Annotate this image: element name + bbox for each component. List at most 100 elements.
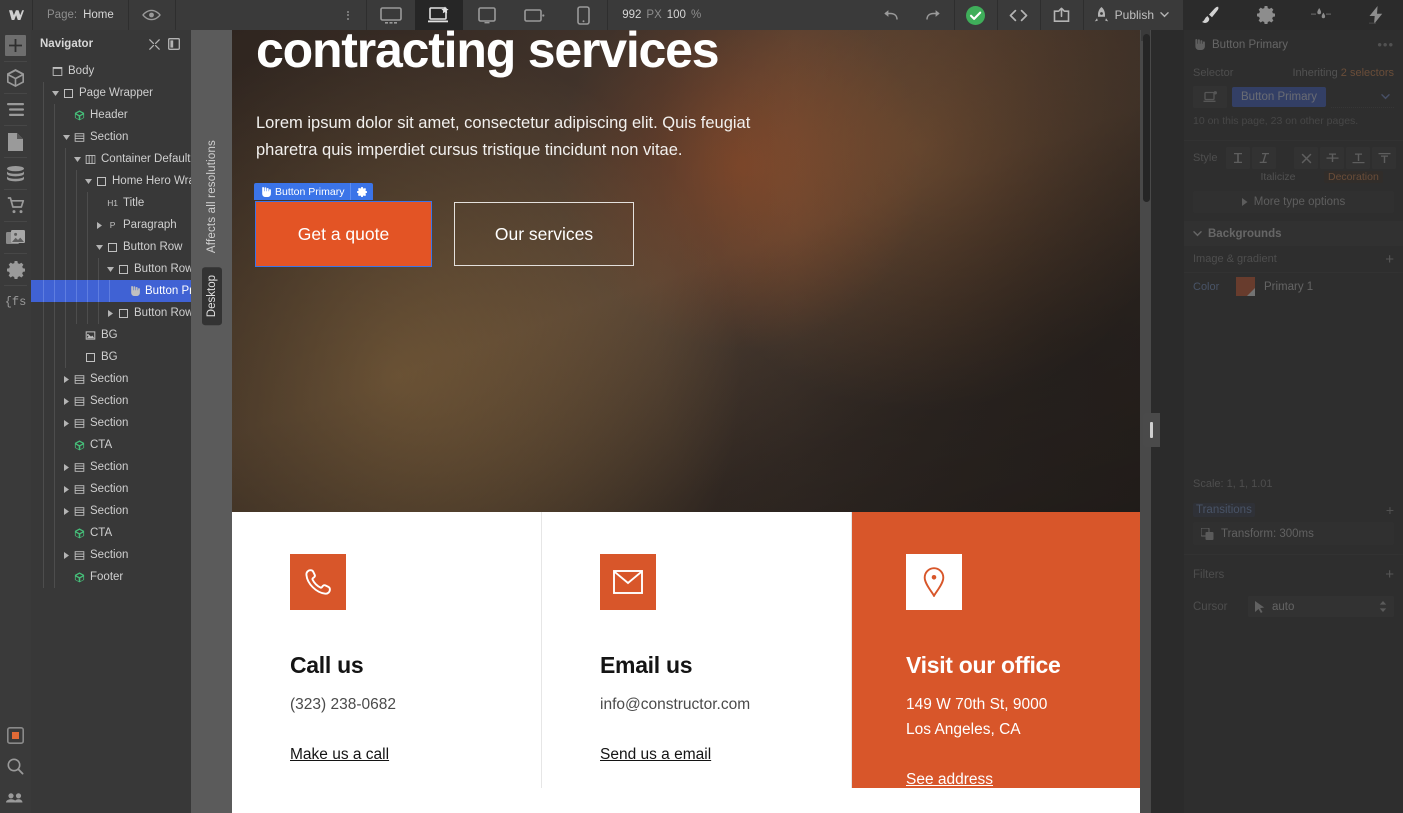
chevron-right-icon[interactable] xyxy=(61,463,72,471)
ellipsis-icon[interactable]: ••• xyxy=(1377,37,1394,52)
contact-card-link[interactable]: See address xyxy=(906,771,993,789)
navigator-item[interactable]: Home Hero Wrapper xyxy=(31,170,191,192)
page-indicator[interactable]: Page: Home xyxy=(33,0,128,30)
breakpoint-tablet[interactable] xyxy=(463,0,511,30)
chevron-down-icon[interactable] xyxy=(105,266,116,272)
webflow-logo-button[interactable] xyxy=(0,0,32,30)
text-italic-button[interactable] xyxy=(1252,147,1277,169)
assets-button[interactable] xyxy=(0,222,31,253)
navigator-item[interactable]: Page Wrapper xyxy=(31,82,191,104)
chevron-down-icon[interactable] xyxy=(94,244,105,250)
ecommerce-button[interactable] xyxy=(0,190,31,221)
canvas-scrollbar-thumb[interactable] xyxy=(1143,34,1150,202)
navigator-item[interactable]: CTA xyxy=(31,522,191,544)
navigator-item[interactable]: Section xyxy=(31,390,191,412)
add-elements-button[interactable] xyxy=(0,30,31,61)
navigator-item[interactable]: Section xyxy=(31,478,191,500)
decoration-none-button[interactable] xyxy=(1294,147,1319,169)
navigator-item[interactable]: H1 Title xyxy=(31,192,191,214)
navigator-item-selected[interactable]: Button Primary xyxy=(31,280,191,302)
variables-button[interactable]: {fs xyxy=(0,286,31,317)
chevron-down-icon[interactable] xyxy=(61,134,72,140)
backgrounds-section-header[interactable]: Backgrounds xyxy=(1184,221,1403,246)
navigator-item[interactable]: Section xyxy=(31,412,191,434)
cursor-select[interactable]: auto xyxy=(1248,596,1394,617)
background-color-swatch[interactable] xyxy=(1236,277,1255,296)
text-upright-button[interactable] xyxy=(1226,147,1251,169)
video-tutorials-button[interactable] xyxy=(0,720,31,751)
preview-toggle-button[interactable] xyxy=(129,0,175,30)
navigator-item[interactable]: BG xyxy=(31,324,191,346)
our-services-button[interactable]: Our services xyxy=(454,202,634,267)
chevron-right-icon[interactable] xyxy=(94,221,105,229)
selector-dropdown[interactable] xyxy=(1331,86,1394,108)
breakpoint-chip[interactable]: Desktop xyxy=(201,267,222,326)
search-button[interactable] xyxy=(0,751,31,782)
navigator-item[interactable]: Button Row Last xyxy=(31,302,191,324)
navigator-button[interactable] xyxy=(0,94,31,125)
filters-add-icon[interactable]: + xyxy=(1385,566,1394,583)
image-gradient-add-icon[interactable]: + xyxy=(1385,251,1394,268)
navigator-tree[interactable]: Body Page Wrapper Header Section Container D… xyxy=(31,58,191,588)
navigator-item[interactable]: Footer xyxy=(31,566,191,588)
pages-button[interactable] xyxy=(0,126,31,157)
chevron-right-icon[interactable] xyxy=(61,485,72,493)
chevron-right-icon[interactable] xyxy=(61,507,72,515)
more-type-options-button[interactable]: More type options xyxy=(1193,191,1394,213)
get-a-quote-button[interactable]: Get a quote xyxy=(255,201,432,268)
cms-button[interactable] xyxy=(0,158,31,189)
chevron-right-icon[interactable] xyxy=(61,419,72,427)
chevron-right-icon[interactable] xyxy=(61,397,72,405)
breakpoint-desktop-large[interactable] xyxy=(367,0,415,30)
collaborators-button[interactable] xyxy=(0,782,31,813)
components-button[interactable] xyxy=(0,62,31,93)
navigator-item[interactable]: Section xyxy=(31,368,191,390)
publish-button[interactable]: Publish xyxy=(1084,0,1183,30)
navigator-item[interactable]: Header xyxy=(31,104,191,126)
more-options-button[interactable] xyxy=(330,0,366,30)
background-color-name[interactable]: Primary 1 xyxy=(1264,281,1313,293)
navigator-item[interactable]: Section xyxy=(31,544,191,566)
code-export-button[interactable] xyxy=(998,0,1040,30)
chevron-right-icon[interactable] xyxy=(61,551,72,559)
contact-card-link[interactable]: Make us a call xyxy=(290,746,389,764)
navigator-item[interactable]: BG xyxy=(31,346,191,368)
selector-tag[interactable]: Button Primary xyxy=(1232,87,1327,107)
collapse-all-icon[interactable] xyxy=(144,38,164,50)
navigator-item[interactable]: P Paragraph xyxy=(31,214,191,236)
navigator-item[interactable]: Section xyxy=(31,500,191,522)
chevron-down-icon[interactable] xyxy=(50,90,61,96)
inheriting-value[interactable]: 2 selectors xyxy=(1341,67,1394,79)
selection-badge[interactable]: Button Primary xyxy=(254,183,374,201)
chevron-right-icon[interactable] xyxy=(61,375,72,383)
state-laptop-icon[interactable] xyxy=(1193,86,1227,108)
selection-badge-gear-icon[interactable] xyxy=(351,186,373,197)
share-button[interactable] xyxy=(1041,0,1083,30)
interactions-panel-tab[interactable] xyxy=(1293,0,1348,30)
quick-actions-tab[interactable] xyxy=(1348,0,1403,30)
viewport-size-indicator[interactable]: 992 PX 100 % xyxy=(608,0,715,30)
saved-status-icon[interactable] xyxy=(955,0,997,30)
redo-button[interactable] xyxy=(912,0,954,30)
breakpoint-desktop-base[interactable] xyxy=(415,0,464,30)
decoration-strikethrough-button[interactable] xyxy=(1320,147,1345,169)
breakpoint-mobile-landscape[interactable] xyxy=(511,0,559,30)
settings-panel-tab[interactable] xyxy=(1238,0,1293,30)
decoration-overline-button[interactable] xyxy=(1372,147,1397,169)
navigator-item[interactable]: Section xyxy=(31,126,191,148)
navigator-item[interactable]: Section xyxy=(31,456,191,478)
navigator-item[interactable]: CTA xyxy=(31,434,191,456)
chevron-right-icon[interactable] xyxy=(105,309,116,317)
style-panel-tab[interactable] xyxy=(1183,0,1238,30)
chevron-down-icon[interactable] xyxy=(83,178,94,184)
navigator-item[interactable]: Button Row xyxy=(31,236,191,258)
transitions-add-icon[interactable]: + xyxy=(1386,502,1394,518)
breakpoint-mobile-portrait[interactable] xyxy=(559,0,607,30)
navigator-item[interactable]: Button Row First xyxy=(31,258,191,280)
chevron-down-icon[interactable] xyxy=(72,156,83,162)
undo-button[interactable] xyxy=(870,0,912,30)
transition-chip[interactable]: Transform: 300ms xyxy=(1193,522,1394,545)
panel-toggle-icon[interactable] xyxy=(164,38,184,50)
contact-card-link[interactable]: Send us a email xyxy=(600,746,711,764)
settings-button[interactable] xyxy=(0,254,31,285)
